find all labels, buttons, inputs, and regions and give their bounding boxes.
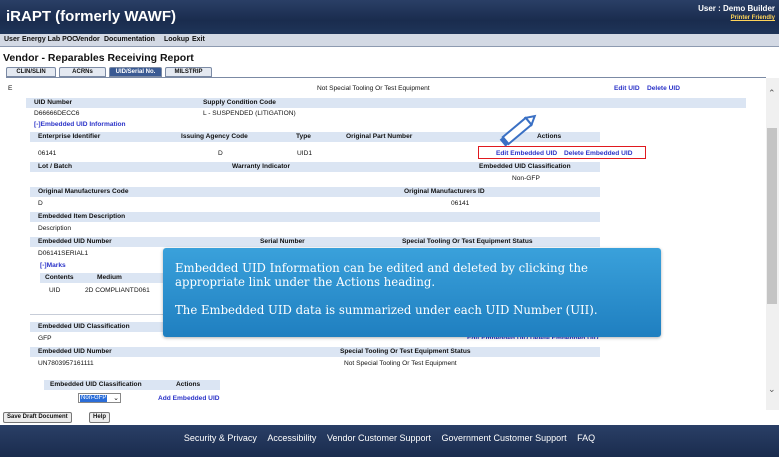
item-desc-label: Embedded Item Description [38,213,126,220]
embedded-uid-toggle[interactable]: [-]Embedded UID Information [34,121,126,128]
menu-item-user[interactable]: User [4,36,20,43]
second-special-label: Special Tooling Or Test Equipment Status [340,348,471,355]
tutorial-callout: Embedded UID Information can be edited a… [163,248,661,337]
warranty-label: Warranty Indicator [232,163,291,170]
second-special-value: Not Special Tooling Or Test Equipment [344,360,457,367]
callout-line-2: appropriate link under the Actions headi… [175,275,436,289]
tab-milstrip[interactable]: MILSTRIP [165,67,212,77]
pencil-icon [499,114,537,147]
footer-link-vendor-support[interactable]: Vendor Customer Support [327,433,431,443]
orig-mfr-id-value: 06141 [451,200,470,207]
uid-number-value: D66666DECC6 [34,110,80,117]
tab-acrns[interactable]: ACRNs [59,67,106,77]
orig-mfr-code-label: Original Manufacturers Code [38,188,129,195]
footer-link-gov-support[interactable]: Government Customer Support [442,433,567,443]
second-uid-number-label: Embedded UID Number [38,348,112,355]
app-header: iRAPT (formerly WAWF) User : Demo Builde… [0,0,779,34]
tab-divider [6,77,766,78]
tooling-status: Not Special Tooling Or Test Equipment [317,85,430,92]
mark-value: D061 [134,287,150,294]
menu-bar: User Energy Lab POC Vendor Documentation… [0,34,779,47]
scrollbar-thumb[interactable] [767,128,777,304]
printer-friendly-link[interactable]: Printer Friendly [731,15,775,21]
orig-mfr-id-label: Original Manufacturers ID [404,188,485,195]
uid-number-label: UID Number [34,99,73,106]
second-uid-number-value: UN7803957161111 [38,360,94,367]
medium-label: Medium [97,274,122,281]
footer-links: Security & Privacy Accessibility Vendor … [0,433,779,443]
footer-link-accessibility[interactable]: Accessibility [267,433,316,443]
lot-batch-label: Lot / Batch [38,163,73,170]
row-marker: E [8,85,13,92]
marks-toggle[interactable]: [-]Marks [40,262,66,269]
classification-label: Embedded UID Classification [479,163,571,170]
menu-item-lookup[interactable]: Lookup [164,36,189,43]
issuing-agency-value: D [218,150,223,157]
contents-value: UID [49,287,61,294]
edit-uid-link[interactable]: Edit UID [614,85,640,92]
emb-uid-number-label: Embedded UID Number [38,238,112,245]
orig-part-label: Original Part Number [346,133,413,140]
second-classification-value: GFP [38,335,52,342]
footer-link-security[interactable]: Security & Privacy [184,433,257,443]
footer: Security & Privacy Accessibility Vendor … [0,425,779,457]
add-embedded-uid-link[interactable]: Add Embedded UID [158,395,220,402]
callout-line-3: The Embedded UID data is summarized unde… [175,303,598,317]
contents-label: Contents [45,274,74,281]
supply-condition-label: Supply Condition Code [203,99,276,106]
medium-value: 2D COMPLIANT [85,287,134,294]
delete-uid-link[interactable]: Delete UID [647,85,680,92]
add-actions-label: Actions [176,381,201,388]
footer-link-faq[interactable]: FAQ [577,433,595,443]
item-desc-value: Description [38,225,71,232]
save-draft-button[interactable]: Save Draft Document [3,412,72,423]
tab-clin-slin[interactable]: CLIN/SLIN [6,67,56,77]
orig-mfr-code-value: D [38,200,43,207]
user-label: User : Demo Builder [698,4,775,13]
menu-item-exit[interactable]: Exit [192,36,205,43]
type-value: UID1 [297,150,313,157]
second-uid-band [30,347,600,357]
app-title: iRAPT (formerly WAWF) [6,8,177,25]
menu-item-energy-lab[interactable]: Energy Lab POC [22,36,77,43]
callout-line-1: Embedded UID Information can be edited a… [175,261,588,275]
select-value: Non-GFP [80,395,108,402]
menu-item-vendor[interactable]: Vendor [76,36,100,43]
menu-item-documentation[interactable]: Documentation [104,36,155,43]
classification-select[interactable]: Non-GFP ⌄ [78,393,121,403]
chevron-down-icon: ⌄ [113,395,119,402]
enterprise-id-value: 06141 [38,150,57,157]
enterprise-id-label: Enterprise Identifier [38,133,101,140]
classification-value: Non-GFP [512,175,540,182]
second-classification-label: Embedded UID Classification [38,323,130,330]
special-tooling-label: Special Tooling Or Test Equipment Status [402,238,533,245]
uid-header-band [26,98,746,108]
scroll-up-icon[interactable]: ⌃ [768,88,776,99]
issuing-agency-label: Issuing Agency Code [181,133,248,140]
tab-uid-serial[interactable]: UID/Serial No. [109,67,162,77]
page-title: Vendor - Reparables Receiving Report [3,52,194,64]
add-class-label: Embedded UID Classification [50,381,142,388]
help-button[interactable]: Help [89,412,111,423]
emb-uid-number-value: D06141SERIAL1 [38,250,89,257]
supply-condition-value: L - SUSPENDED (LITIGATION) [203,110,296,117]
scroll-down-icon[interactable]: ⌄ [768,384,776,395]
serial-number-label: Serial Number [260,238,305,245]
type-label: Type [296,133,311,140]
